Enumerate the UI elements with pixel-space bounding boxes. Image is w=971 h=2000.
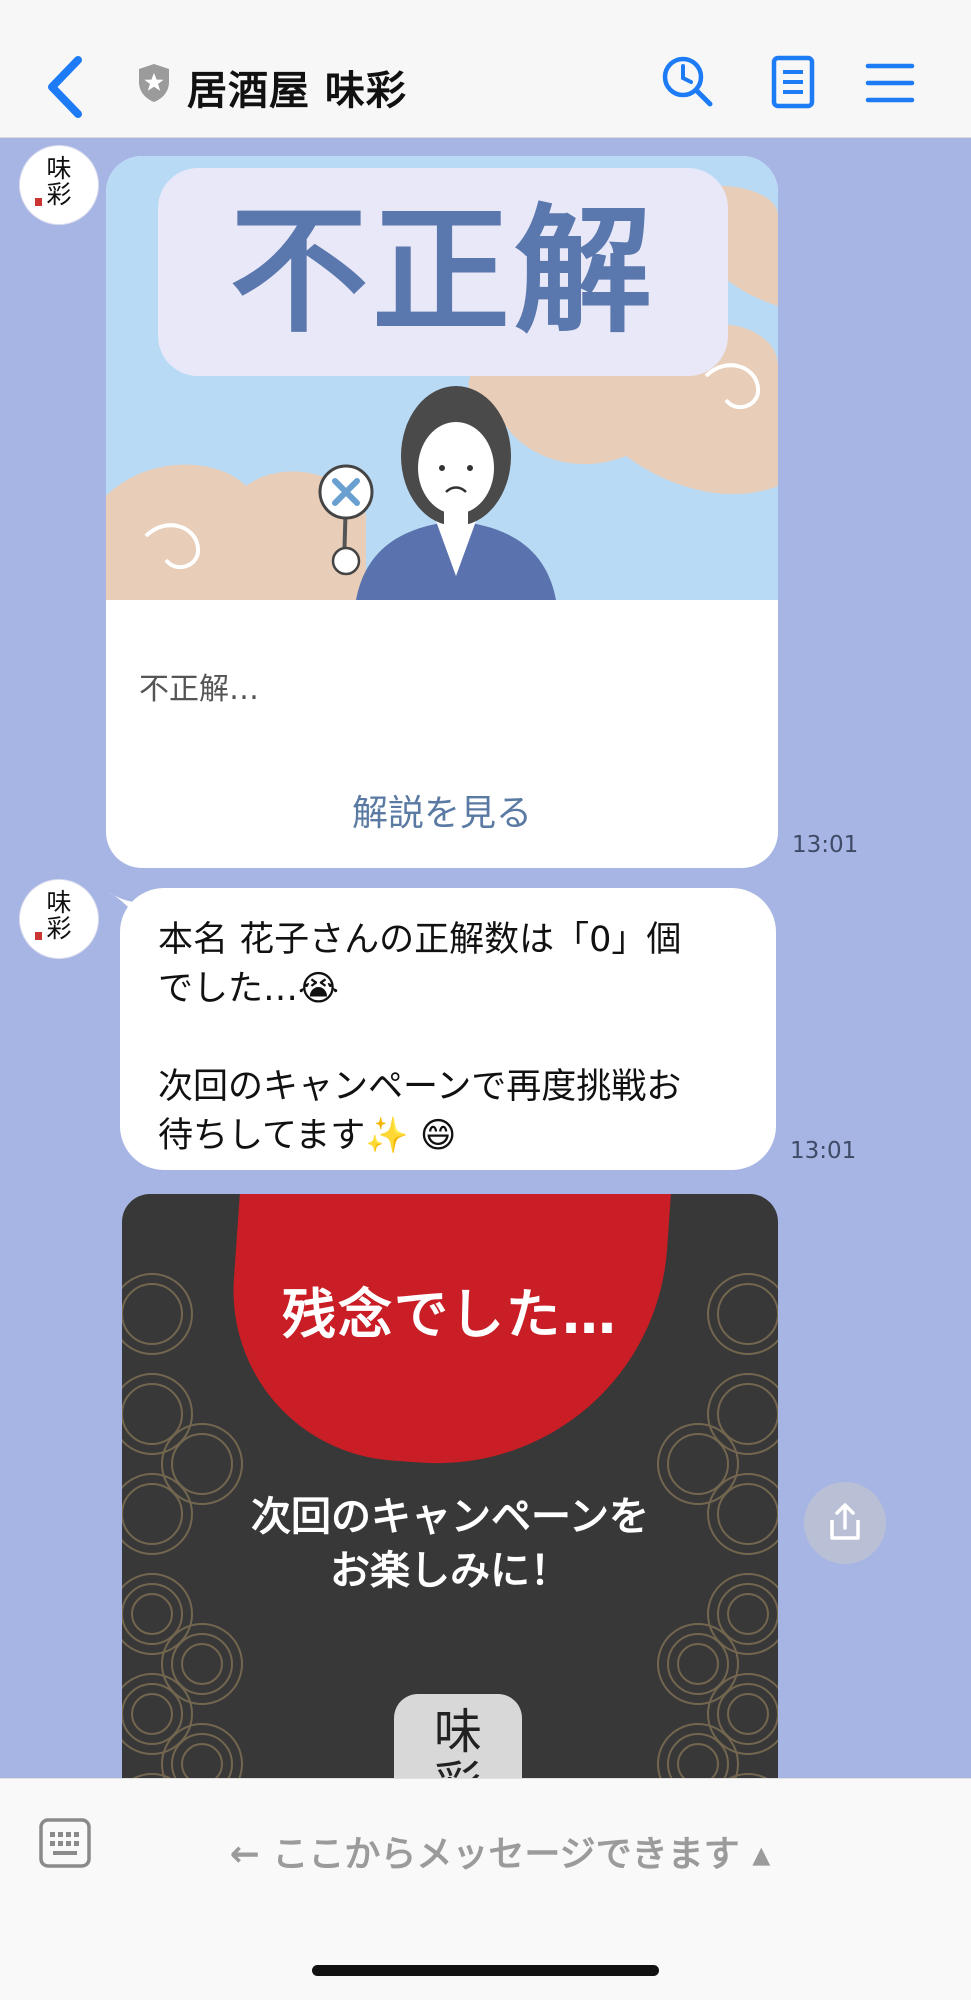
share-button[interactable]: [804, 1482, 886, 1564]
card-hero-image: 不正解: [106, 156, 778, 600]
message-input-bar: ← ここからメッセージできます ▴: [0, 1778, 971, 2000]
avatar-text: 味 彩: [46, 154, 72, 209]
chat-title: 居酒屋 味彩: [187, 68, 407, 114]
chat-header: 居酒屋 味彩: [0, 0, 971, 138]
shield-icon: [139, 64, 169, 102]
view-explanation-link[interactable]: 解説を見る: [106, 784, 778, 836]
search-history-icon[interactable]: [660, 54, 716, 110]
notes-icon[interactable]: [766, 54, 822, 110]
promo-image-message[interactable]: 残念でした… 次回のキャンペーンを お楽しみに！ 味 彩: [122, 1194, 778, 1778]
chevron-left-icon[interactable]: [40, 52, 90, 122]
message-time: 13:01: [790, 1138, 857, 1164]
text-message-bubble[interactable]: 本名 花子さんの正解数は「0」個 でした…😭 次回のキャンペーンで再度挑戦お 待…: [120, 888, 776, 1170]
share-icon: [830, 1503, 860, 1540]
avatar[interactable]: 味 彩: [20, 880, 98, 958]
shop-logo: 味 彩: [394, 1694, 522, 1778]
promo-title: 残念でした…: [282, 1283, 618, 1346]
card-banner-text: 不正解: [158, 168, 728, 376]
avatar-text: 味 彩: [46, 888, 72, 943]
promo-subtitle: 次回のキャンペーンを お楽しみに！: [251, 1494, 649, 1594]
quiz-result-card[interactable]: 不正解 不正解… 解説を見る: [106, 156, 778, 868]
home-indicator[interactable]: [312, 1965, 659, 1976]
menu-icon[interactable]: [862, 54, 918, 110]
seal-mark: [35, 932, 42, 940]
chat-area[interactable]: 味 彩 不正解 不正解… 解説を見る 13:01 味 彩 本名 花子さんの正解数…: [0, 138, 971, 1778]
card-text: 不正解…: [139, 672, 259, 707]
message-text: 本名 花子さんの正解数は「0」個 でした…😭 次回のキャンペーンで再度挑戦お 待…: [158, 920, 682, 1156]
message-time: 13:01: [792, 832, 859, 858]
avatar[interactable]: 味 彩: [20, 146, 98, 224]
seal-mark: [35, 198, 42, 206]
message-hint[interactable]: ← ここからメッセージできます ▴: [0, 1825, 971, 1877]
